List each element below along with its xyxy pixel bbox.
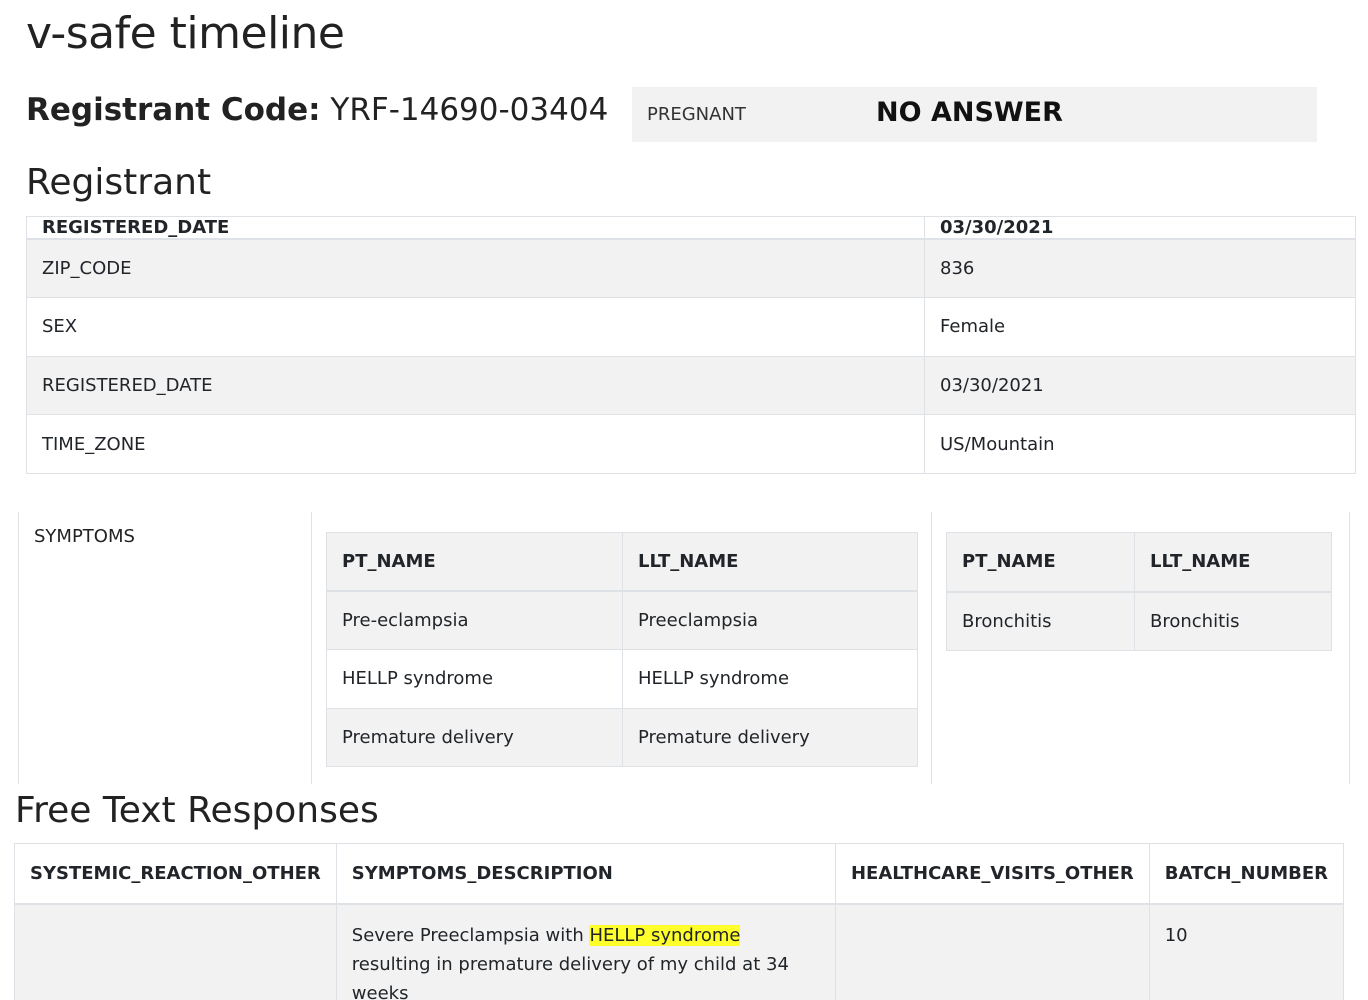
registrant-code: Registrant Code: YRF-14690-03404 (26, 92, 608, 128)
column-header-symptoms-description: SYMPTOMS_DESCRIPTION (335, 843, 836, 904)
table-header-row: SYSTEMIC_REACTION_OTHER SYMPTOMS_DESCRIP… (14, 843, 1345, 904)
symptoms-table-cell-2: PT_NAME LLT_NAME Bronchitis Bronchitis (932, 512, 1350, 784)
pregnant-label: PREGNANT (647, 104, 746, 125)
column-header-pt-name: PT_NAME (326, 532, 623, 592)
registrant-key: REGISTERED_DATE (26, 355, 925, 416)
registrant-table: REGISTERED_DATE 03/30/2021 ZIP_CODE 836 … (26, 216, 1356, 474)
table-header-row: PT_NAME LLT_NAME (326, 532, 918, 592)
table-row: HELLP syndrome HELLP syndrome (326, 649, 918, 709)
symptoms-description-text-pre: Severe Preeclampsia with (351, 924, 590, 946)
registrant-key: ZIP_CODE (26, 238, 925, 299)
table-row: SEX Female (26, 297, 1356, 357)
table-row: REGISTERED_DATE 03/30/2021 (26, 355, 1356, 416)
symptoms-section: SYMPTOMS PT_NAME LLT_NAME Pre-eclampsia … (18, 512, 1350, 784)
registrant-key: REGISTERED_DATE (26, 216, 925, 240)
table-row: REGISTERED_DATE 03/30/2021 (26, 216, 1356, 240)
symptoms-table-cell-1: PT_NAME LLT_NAME Pre-eclampsia Preeclamp… (312, 512, 932, 784)
symptoms-description-cell: Severe Preeclampsia with HELLP syndrome … (335, 903, 836, 1000)
pregnant-value: NO ANSWER (876, 97, 1063, 128)
symptoms-label: SYMPTOMS (34, 526, 135, 547)
table-row: ZIP_CODE 836 (26, 238, 1356, 299)
symptoms-label-cell: SYMPTOMS (18, 512, 312, 784)
registrant-code-value: YRF-14690-03404 (330, 92, 609, 128)
registrant-key: SEX (26, 297, 925, 357)
pt-name-cell: Pre-eclampsia (326, 590, 623, 650)
llt-name-cell: Premature delivery (622, 707, 918, 767)
table-row: Premature delivery Premature delivery (326, 707, 918, 767)
registrant-value: 03/30/2021 (924, 355, 1356, 416)
column-header-llt-name: LLT_NAME (1134, 532, 1332, 592)
batch-number-cell: 10 (1148, 903, 1345, 1000)
table-row: TIME_ZONE US/Mountain (26, 414, 1356, 474)
column-header-systemic-reaction-other: SYSTEMIC_REACTION_OTHER (14, 843, 337, 904)
registrant-heading: Registrant (26, 162, 212, 203)
table-row: Severe Preeclampsia with HELLP syndrome … (14, 903, 1345, 1000)
healthcare-visits-other-cell (834, 903, 1150, 1000)
registrant-value: 836 (924, 238, 1356, 299)
pt-name-cell: Bronchitis (946, 591, 1135, 651)
symptoms-description-text-post: resulting in premature delivery of my ch… (351, 953, 789, 1000)
llt-name-cell: HELLP syndrome (622, 649, 918, 709)
column-header-llt-name: LLT_NAME (622, 532, 918, 592)
symptoms-table-1: PT_NAME LLT_NAME Pre-eclampsia Preeclamp… (326, 532, 918, 767)
column-header-pt-name: PT_NAME (946, 532, 1135, 592)
registrant-key: TIME_ZONE (26, 414, 925, 474)
free-text-table: SYSTEMIC_REACTION_OTHER SYMPTOMS_DESCRIP… (14, 843, 1345, 1000)
symptoms-table-2: PT_NAME LLT_NAME Bronchitis Bronchitis (946, 532, 1332, 651)
llt-name-cell: Bronchitis (1134, 591, 1332, 651)
registrant-code-label: Registrant Code: (26, 92, 321, 128)
page-title: v-safe timeline (26, 8, 345, 59)
registrant-value: Female (924, 297, 1356, 357)
llt-name-cell: Preeclampsia (622, 590, 918, 650)
pregnant-panel: PREGNANT NO ANSWER (632, 87, 1317, 142)
systemic-reaction-other-cell (14, 903, 337, 1000)
registrant-value: 03/30/2021 (924, 216, 1356, 240)
highlighted-text: HELLP syndrome (589, 924, 741, 946)
pt-name-cell: Premature delivery (326, 707, 623, 767)
column-header-healthcare-visits-other: HEALTHCARE_VISITS_OTHER (834, 843, 1150, 904)
registrant-value: US/Mountain (924, 414, 1356, 474)
table-header-row: PT_NAME LLT_NAME (946, 532, 1332, 592)
free-text-heading: Free Text Responses (15, 790, 379, 831)
pt-name-cell: HELLP syndrome (326, 649, 623, 709)
column-header-batch-number: BATCH_NUMBER (1148, 843, 1345, 904)
table-row: Bronchitis Bronchitis (946, 591, 1332, 651)
table-row: Pre-eclampsia Preeclampsia (326, 590, 918, 650)
